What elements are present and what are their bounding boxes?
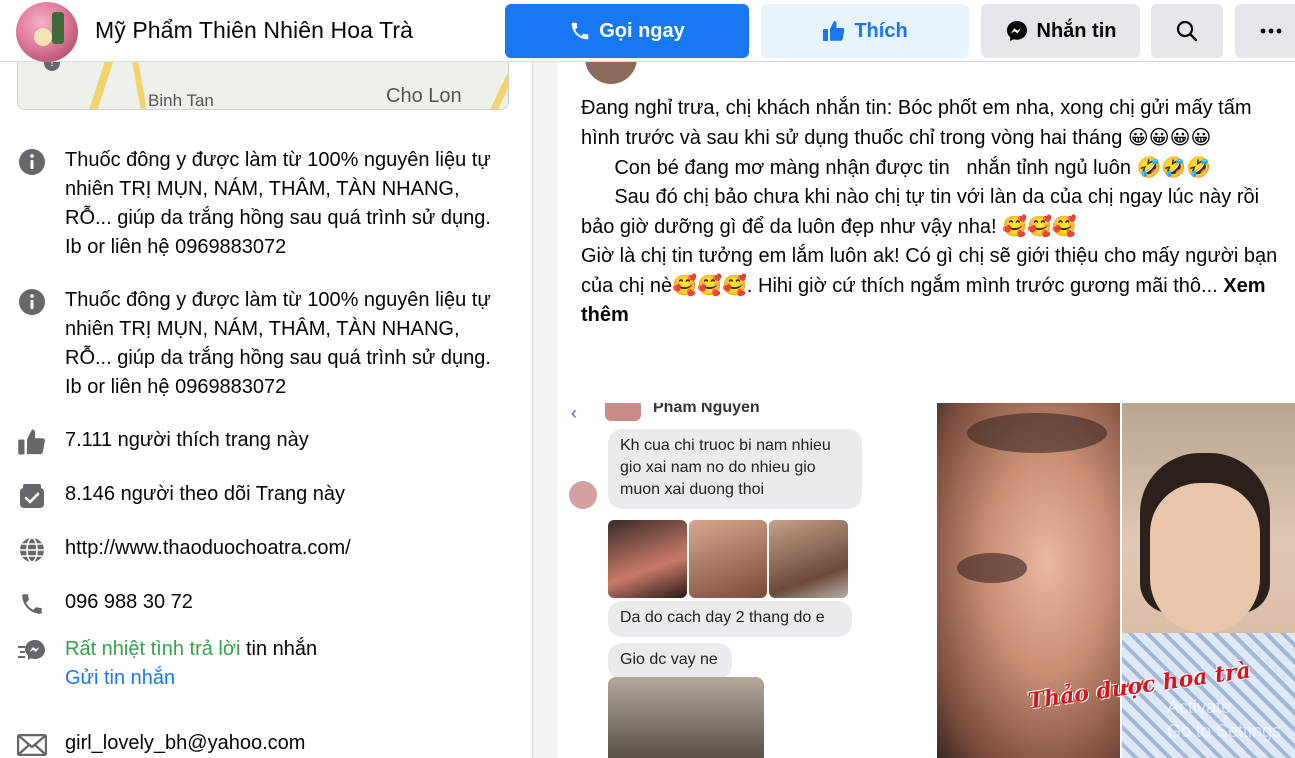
search-icon <box>1175 19 1199 43</box>
page-header: Mỹ Phẩm Thiên Nhiên Hoa Trà Gọi ngay Thí… <box>0 0 1295 62</box>
chat-message-bubble: Kh cua chi truoc bi nam nhieu gio xai na… <box>608 429 862 509</box>
like-label: Thích <box>854 19 908 42</box>
page-name[interactable]: Mỹ Phẩm Thiên Nhiên Hoa Trà <box>95 17 413 44</box>
chat-thumbnail <box>769 520 849 598</box>
follows-count: 8.146 người theo dõi Trang này <box>65 483 346 505</box>
post-paragraph: Con bé đang mơ màng nhận được tin nhắn t… <box>581 153 1287 183</box>
responsiveness-rest: tin nhắn <box>240 638 318 660</box>
post-text-segment: . Hihi giờ cứ thích ngắm mình trước gươn… <box>746 275 1224 297</box>
photo-eye <box>957 553 1027 583</box>
phone-icon <box>16 588 48 620</box>
envelope-icon <box>16 729 48 758</box>
smiling-hearts-emoji-icon: 🥰🥰🥰 <box>672 273 747 297</box>
thumbs-up-icon <box>822 20 846 42</box>
chat-thumbnail <box>688 520 768 598</box>
chat-message-bubble: Da do cach day 2 thang do e <box>608 601 852 637</box>
chat-image-thumbnails <box>608 520 849 598</box>
search-button[interactable] <box>1151 4 1223 58</box>
back-arrow-icon: ‹ <box>571 403 577 423</box>
post-text-segment: Con bé đang mơ màng nhận được tin nhắn t… <box>581 157 1137 179</box>
chat-contact-name: Pham Nguyen <box>653 403 760 416</box>
activate-line: Activate <box>1167 697 1232 717</box>
chat-thumbnail <box>608 677 764 758</box>
post-paragraph: Giờ là chị tin tưởng em lắm luôn ak! Có … <box>581 242 1287 330</box>
post-text-segment: Sau đó chị bảo chưa khi nào chị tự tin v… <box>581 186 1265 238</box>
responsiveness-text: Rất nhiệt tình trả lời tin nhắn Gửi tin … <box>65 635 495 693</box>
avatar-product-jar <box>34 28 52 46</box>
website-link[interactable]: http://www.thaoduochoatra.com/ <box>65 534 495 563</box>
grinning-emoji-icon: 😀😀😀😀 <box>1127 125 1212 149</box>
more-dots-icon <box>1260 28 1282 34</box>
info-icon <box>16 286 48 318</box>
rofl-emoji-icon: 🤣🤣🤣 <box>1136 155 1212 179</box>
chat-thumbnail <box>608 520 687 598</box>
map-label: Cho Lon <box>386 85 462 107</box>
intro-description: Thuốc đông y được làm từ 100% nguyên liệ… <box>65 289 491 398</box>
chat-contact-avatar <box>605 403 641 421</box>
responsiveness-highlight: Rất nhiệt tình trả lời <box>65 638 241 660</box>
intro-panel: ! Binh Tan Cho Lon Thuốc đông y được làm… <box>0 52 533 758</box>
more-options-button[interactable] <box>1235 4 1295 58</box>
chat-message-bubble: Gio dc vay ne <box>608 643 732 679</box>
post-card: Đang nghỉ trưa, chị khách nhắn tin: Bóc … <box>557 62 1295 758</box>
phone-icon <box>569 20 591 42</box>
chat-sender-avatar <box>569 481 597 509</box>
phone-number[interactable]: 096 988 30 72 <box>65 588 495 617</box>
follow-checkbox-icon <box>16 480 48 512</box>
email-link[interactable]: girl_lovely_bh@yahoo.com <box>65 729 495 758</box>
info-icon <box>16 146 48 178</box>
post-paragraph: Sau đó chị bảo chưa khi nào chị tự tin v… <box>581 183 1287 242</box>
photo-face <box>1150 483 1260 633</box>
intro-description: Thuốc đông y được làm từ 100% nguyên liệ… <box>65 149 491 258</box>
post-author-avatar[interactable] <box>585 62 637 84</box>
map-label: Binh Tan <box>148 91 214 110</box>
smiling-hearts-emoji-icon: 🥰🥰🥰 <box>1002 214 1077 238</box>
activate-windows-overlay: Activate Go to Settings <box>1167 695 1281 743</box>
globe-icon <box>16 534 48 566</box>
post-body: Đang nghỉ trưa, chị khách nhắn tin: Bóc … <box>581 94 1287 330</box>
post-photo-collage[interactable]: ‹ Pham Nguyen Kh cua chi truoc bi nam nh… <box>557 403 1295 758</box>
post-paragraph: Đang nghỉ trưa, chị khách nhắn tin: Bóc … <box>581 94 1287 153</box>
messenger-icon <box>1005 19 1029 43</box>
call-now-label: Gọi ngay <box>599 19 685 42</box>
send-message-button[interactable]: Nhắn tin <box>981 4 1140 58</box>
photo-shadow <box>967 413 1107 453</box>
page-avatar[interactable] <box>16 2 78 62</box>
avatar-product-bottle <box>52 12 64 44</box>
send-message-link[interactable]: Gửi tin nhắn <box>65 667 175 689</box>
likes-count: 7.111 người thích trang này <box>65 429 309 451</box>
call-now-button[interactable]: Gọi ngay <box>505 4 749 58</box>
like-button[interactable]: Thích <box>761 4 969 58</box>
send-message-label: Nhắn tin <box>1036 19 1117 42</box>
activate-line: Go to Settings <box>1167 721 1282 741</box>
thumbs-up-icon <box>16 426 48 458</box>
fast-messenger-icon <box>16 635 48 667</box>
map-road <box>485 73 508 109</box>
chat-screenshot-photo[interactable]: ‹ Pham Nguyen Kh cua chi truoc bi nam nh… <box>557 403 935 758</box>
